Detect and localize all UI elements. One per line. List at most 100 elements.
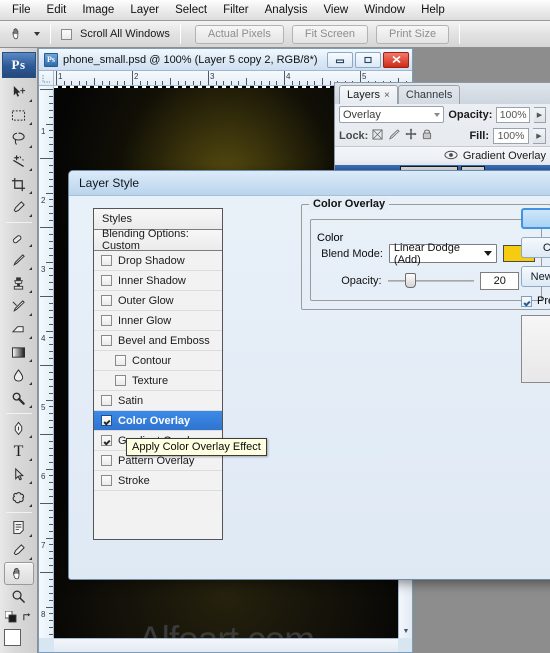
actual-pixels-button[interactable]: Actual Pixels bbox=[194, 24, 284, 44]
gradient-tool-icon[interactable] bbox=[4, 341, 34, 364]
path-selection-tool-icon[interactable] bbox=[4, 463, 34, 486]
lock-position-icon[interactable] bbox=[405, 128, 417, 143]
color-swatches[interactable] bbox=[3, 629, 34, 653]
pen-tool-icon[interactable] bbox=[4, 417, 34, 440]
lock-all-icon[interactable] bbox=[422, 128, 432, 143]
opacity-slider[interactable] bbox=[387, 273, 475, 289]
style-item-inner-glow[interactable]: Inner Glow bbox=[94, 311, 222, 331]
eraser-tool-icon[interactable] bbox=[4, 318, 34, 341]
menu-item-help[interactable]: Help bbox=[413, 2, 453, 18]
move-tool-icon[interactable] bbox=[4, 81, 34, 104]
magic-wand-tool-icon[interactable] bbox=[4, 150, 34, 173]
notes-tool-icon[interactable] bbox=[4, 516, 34, 539]
layer-effect-row-gradient-overlay[interactable]: Gradient Overlay bbox=[335, 146, 550, 165]
style-item-color-overlay[interactable]: Color Overlay bbox=[94, 411, 222, 431]
style-item-texture[interactable]: Texture bbox=[94, 371, 222, 391]
menu-item-filter[interactable]: Filter bbox=[215, 2, 257, 18]
foreground-color-swatch[interactable] bbox=[3, 629, 21, 646]
style-item-outer-glow[interactable]: Outer Glow bbox=[94, 291, 222, 311]
fill-value[interactable]: 100% bbox=[493, 127, 529, 144]
ruler-v-label-8: 8 bbox=[41, 610, 46, 619]
style-item-bevel-and-emboss[interactable]: Bevel and Emboss bbox=[94, 331, 222, 351]
menu-item-analysis[interactable]: Analysis bbox=[257, 2, 316, 18]
blending-options-item[interactable]: Blending Options: Custom bbox=[94, 228, 222, 252]
brush-tool-icon[interactable] bbox=[4, 249, 34, 272]
contour-checkbox[interactable] bbox=[115, 355, 126, 366]
style-item-contour[interactable]: Contour bbox=[94, 351, 222, 371]
ruler-corner[interactable] bbox=[39, 71, 54, 86]
horizontal-scrollbar[interactable] bbox=[54, 638, 398, 652]
scroll-all-windows-checkbox[interactable] bbox=[61, 28, 72, 40]
hand-tool-icon[interactable] bbox=[6, 23, 30, 45]
tooltip: Apply Color Overlay Effect bbox=[126, 438, 267, 456]
tool-preset-chevron-down-icon[interactable] bbox=[34, 32, 40, 36]
opacity-input[interactable]: 20 bbox=[480, 272, 520, 290]
opacity-value[interactable]: 100% bbox=[496, 106, 530, 123]
menu-item-view[interactable]: View bbox=[315, 2, 356, 18]
inner-glow-checkbox[interactable] bbox=[101, 315, 112, 326]
lock-transparent-pixels-icon[interactable] bbox=[372, 128, 383, 143]
inner-shadow-checkbox[interactable] bbox=[101, 275, 112, 286]
cancel-button[interactable]: Cancel bbox=[521, 237, 550, 258]
menu-item-window[interactable]: Window bbox=[356, 2, 413, 18]
blend-mode-dropdown[interactable]: Linear Dodge (Add) bbox=[388, 242, 497, 266]
clone-stamp-tool-icon[interactable] bbox=[4, 272, 34, 295]
close-button[interactable] bbox=[383, 51, 409, 68]
texture-checkbox[interactable] bbox=[115, 375, 126, 386]
drop-shadow-checkbox[interactable] bbox=[101, 255, 112, 266]
dialog-title-bar[interactable]: Layer Style bbox=[69, 171, 550, 196]
satin-checkbox[interactable] bbox=[101, 395, 112, 406]
maximize-button[interactable] bbox=[355, 51, 381, 68]
opacity-slider-knob[interactable] bbox=[404, 273, 416, 288]
stroke-checkbox[interactable] bbox=[101, 475, 112, 486]
lock-image-pixels-icon[interactable] bbox=[388, 128, 400, 143]
default-colors-icon[interactable] bbox=[4, 610, 17, 626]
style-item-satin[interactable]: Satin bbox=[94, 391, 222, 411]
document-title-bar[interactable]: Ps phone_small.psd @ 100% (Layer 5 copy … bbox=[39, 49, 412, 71]
tab-layers[interactable]: Layers × bbox=[339, 85, 398, 104]
tab-channels[interactable]: Channels bbox=[397, 85, 461, 104]
blur-tool-icon[interactable] bbox=[4, 364, 34, 387]
layer-blend-mode-select[interactable]: Overlay bbox=[339, 106, 445, 123]
close-icon[interactable]: × bbox=[384, 90, 390, 101]
rectangular-marquee-tool-icon[interactable] bbox=[4, 104, 34, 127]
eyedropper-tool-icon[interactable] bbox=[4, 196, 34, 219]
dodge-tool-icon[interactable] bbox=[4, 387, 34, 410]
outer-glow-checkbox[interactable] bbox=[101, 295, 112, 306]
pattern-overlay-checkbox[interactable] bbox=[101, 455, 112, 466]
menu-item-edit[interactable]: Edit bbox=[39, 2, 75, 18]
healing-brush-tool-icon[interactable] bbox=[4, 226, 34, 249]
custom-shape-tool-icon[interactable] bbox=[4, 486, 34, 509]
eye-visibility-icon[interactable] bbox=[444, 150, 458, 163]
minimize-button[interactable] bbox=[327, 51, 353, 68]
crop-tool-icon[interactable] bbox=[4, 173, 34, 196]
fit-screen-button[interactable]: Fit Screen bbox=[291, 24, 368, 44]
vertical-ruler[interactable]: 1 2 3 4 5 6 7 8 bbox=[39, 86, 54, 638]
styles-list-header[interactable]: Styles bbox=[94, 209, 222, 230]
swap-colors-icon[interactable] bbox=[22, 612, 33, 626]
gradient-overlay-checkbox[interactable] bbox=[101, 435, 112, 446]
preview-checkbox[interactable] bbox=[521, 295, 532, 307]
style-item-inner-shadow[interactable]: Inner Shadow bbox=[94, 271, 222, 291]
menu-item-layer[interactable]: Layer bbox=[122, 2, 167, 18]
menu-item-select[interactable]: Select bbox=[167, 2, 215, 18]
fill-stepper[interactable]: ▶ bbox=[533, 127, 546, 144]
eyedropper2-tool-icon[interactable] bbox=[4, 539, 34, 562]
style-item-drop-shadow[interactable]: Drop Shadow bbox=[94, 251, 222, 271]
bevel-and-emboss-checkbox[interactable] bbox=[101, 335, 112, 346]
ok-button[interactable]: OK bbox=[521, 208, 550, 229]
print-size-button[interactable]: Print Size bbox=[375, 24, 450, 44]
lasso-tool-icon[interactable] bbox=[4, 127, 34, 150]
scroll-down-arrow-icon[interactable]: ▼ bbox=[400, 625, 412, 637]
type-tool-icon[interactable]: T bbox=[4, 440, 34, 463]
zoom-tool-icon[interactable] bbox=[4, 585, 34, 608]
menu-item-file[interactable]: File bbox=[4, 2, 39, 18]
menu-item-image[interactable]: Image bbox=[74, 2, 122, 18]
hand-tool-icon-selected[interactable] bbox=[3, 562, 34, 585]
style-item-stroke[interactable]: Stroke bbox=[94, 471, 222, 491]
style-label: Stroke bbox=[118, 474, 150, 487]
color-overlay-checkbox[interactable] bbox=[101, 415, 112, 426]
new-style-button[interactable]: New Style... bbox=[521, 266, 550, 287]
history-brush-tool-icon[interactable] bbox=[4, 295, 34, 318]
opacity-stepper[interactable]: ▶ bbox=[533, 106, 546, 123]
